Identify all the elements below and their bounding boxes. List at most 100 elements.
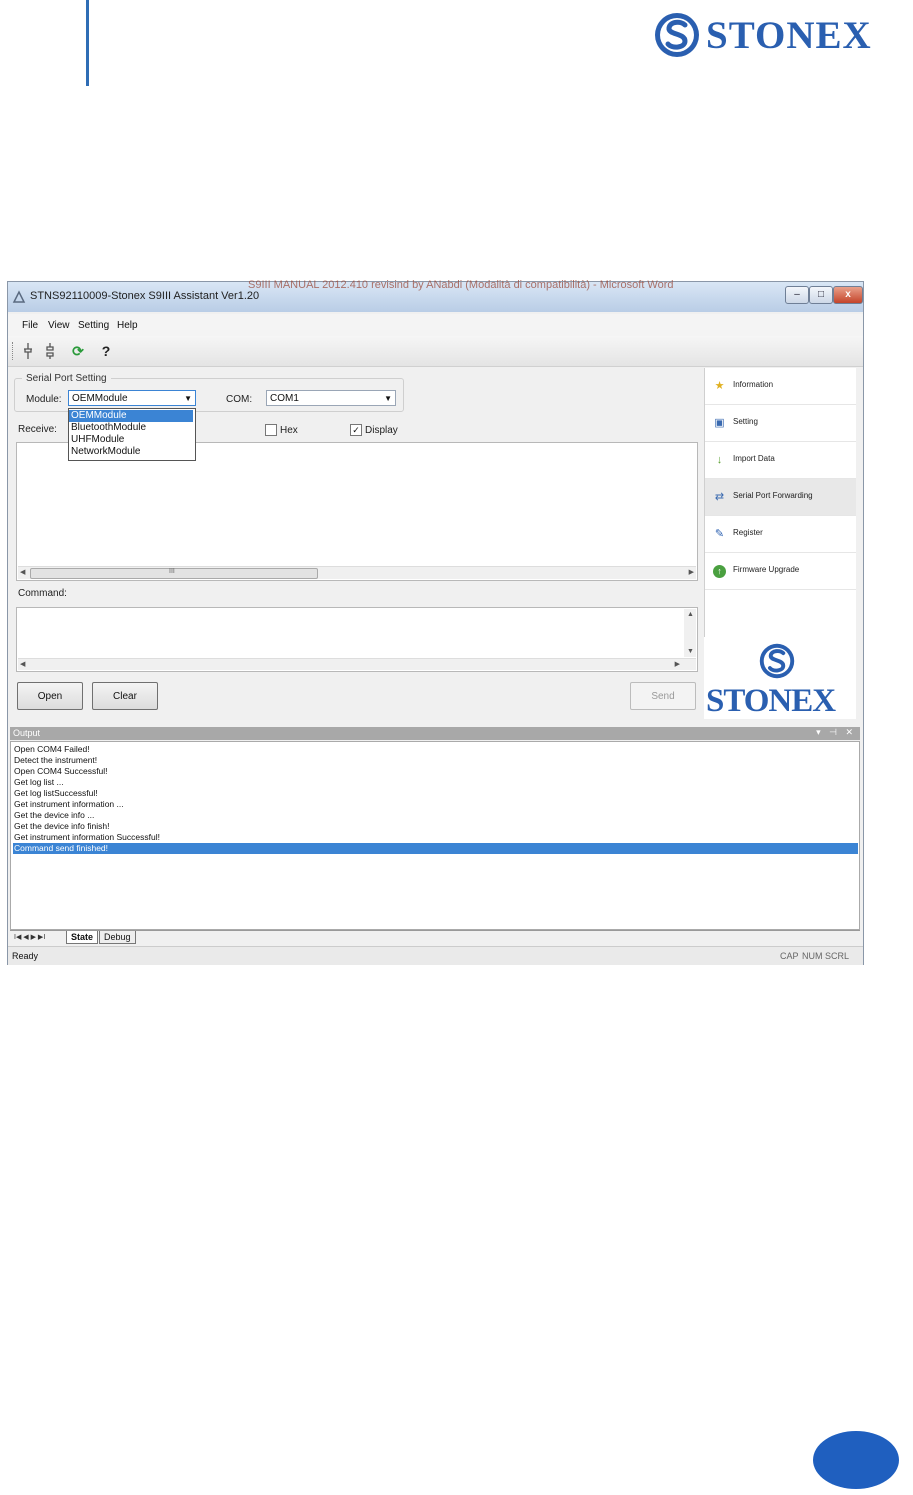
log-line[interactable]: Get log listSuccessful!: [13, 788, 858, 799]
nav-serial-port-forwarding[interactable]: ⇄ Serial Port Forwarding: [705, 479, 856, 516]
com-label: COM:: [226, 394, 253, 405]
close-button[interactable]: x: [833, 286, 863, 304]
log-line[interactable]: Open COM4 Successful!: [13, 766, 858, 777]
com-select[interactable]: COM1 ▼: [266, 390, 396, 406]
log-line[interactable]: Command send finished!: [13, 843, 858, 854]
firmware-icon: ↑: [713, 565, 726, 578]
connect-icon[interactable]: [18, 341, 38, 361]
output-log[interactable]: Open COM4 Failed! Detect the instrument! O…: [10, 741, 860, 930]
background-window-title: S9III MANUAL 2012.410 revisind by ANabdi…: [248, 279, 674, 291]
command-vscrollbar[interactable]: ▲ ▼: [684, 609, 696, 657]
tab-navigation-arrows[interactable]: I◀ ◀ ▶ ▶I: [14, 933, 45, 941]
hex-checkbox[interactable]: Hex: [265, 424, 298, 436]
refresh-icon[interactable]: ⟳: [68, 341, 88, 361]
status-text: Ready: [12, 951, 39, 961]
app-icon: [12, 290, 26, 303]
register-icon: ✎: [714, 528, 725, 540]
log-line[interactable]: Get the device info finish!: [13, 821, 858, 832]
command-hscrollbar[interactable]: ◀ ▶: [18, 658, 696, 670]
nav-setting-label: Setting: [733, 417, 758, 426]
settings-icon: ▣: [714, 417, 725, 429]
open-button[interactable]: Open: [17, 682, 83, 710]
scroll-grip: III: [169, 568, 175, 575]
num-indicator: NUM: [802, 951, 823, 961]
receive-hscrollbar[interactable]: ◀ III ▶: [18, 566, 696, 579]
output-title: Output: [13, 728, 41, 738]
page-number-badge: [813, 1431, 899, 1489]
toolbar: ⟳ ?: [8, 336, 863, 367]
chevron-down-icon: ▼: [184, 394, 192, 403]
clear-button[interactable]: Clear: [92, 682, 158, 710]
nav-serial-port-forwarding-label: Serial Port Forwarding: [733, 491, 813, 500]
nav-information[interactable]: ★ Information: [705, 368, 856, 405]
stonex-logo-icon: [759, 643, 795, 679]
star-icon: ★: [714, 380, 725, 392]
nav-setting[interactable]: ▣ Setting: [705, 405, 856, 442]
module-option[interactable]: UHFModule: [69, 434, 193, 446]
display-label: Display: [365, 424, 398, 436]
forwarding-icon: ⇄: [714, 491, 725, 503]
module-option[interactable]: BluetoothModule: [69, 422, 193, 434]
log-line[interactable]: Detect the instrument!: [13, 755, 858, 766]
title-bar: S9III MANUAL 2012.410 revisind by ANabdi…: [8, 279, 863, 312]
display-check-box[interactable]: ✓: [350, 424, 362, 436]
log-line[interactable]: Get instrument information ...: [13, 799, 858, 810]
log-line[interactable]: Get log list ...: [13, 777, 858, 788]
module-select[interactable]: OEMModule ▼: [68, 390, 196, 406]
chevron-down-icon: ▼: [384, 394, 392, 403]
com-select-value: COM1: [270, 393, 299, 404]
menu-view[interactable]: View: [48, 320, 70, 331]
receive-scroll-thumb[interactable]: III: [30, 568, 318, 579]
receive-label: Receive:: [18, 424, 57, 435]
module-label: Module:: [26, 394, 62, 405]
command-label: Command:: [18, 588, 67, 599]
scroll-down-icon[interactable]: ▼: [687, 648, 694, 655]
serial-port-legend: Serial Port Setting: [22, 373, 111, 384]
send-button[interactable]: Send: [630, 682, 696, 710]
scrl-indicator: SCRL: [825, 951, 850, 961]
tab-debug[interactable]: Debug: [99, 931, 136, 944]
nav-information-label: Information: [733, 380, 774, 389]
scroll-up-icon[interactable]: ▲: [687, 611, 694, 618]
module-option[interactable]: OEMModule: [69, 410, 193, 422]
output-tabs-bar: I◀ ◀ ▶ ▶I State Debug: [10, 930, 860, 945]
output-pane-controls[interactable]: ▾ ⊣ ✕: [816, 727, 856, 738]
scroll-left-icon[interactable]: ◀: [20, 660, 25, 668]
menu-help[interactable]: Help: [117, 320, 138, 331]
menu-setting[interactable]: Setting: [78, 320, 109, 331]
maximize-button[interactable]: □: [809, 286, 833, 304]
nav-import-data-label: Import Data: [733, 454, 775, 463]
nav-firmware-upgrade-label: Firmware Upgrade: [733, 565, 800, 574]
brand-name: STONEX: [706, 13, 872, 57]
receive-textarea[interactable]: ◀ III ▶: [16, 442, 698, 581]
stonex-brand: STONEX: [654, 10, 872, 60]
output-header: Output ▾ ⊣ ✕: [10, 727, 860, 740]
display-checkbox[interactable]: ✓ Display: [350, 424, 398, 436]
logo-text: STONEX: [706, 683, 836, 719]
help-icon[interactable]: ?: [96, 341, 116, 361]
log-line[interactable]: Get instrument information Successful!: [13, 832, 858, 843]
command-textarea[interactable]: ▲ ▼ ◀ ▶: [16, 607, 698, 672]
log-line[interactable]: Get the device info ...: [13, 810, 858, 821]
log-line[interactable]: Open COM4 Failed!: [13, 744, 858, 755]
nav-register[interactable]: ✎ Register: [705, 516, 856, 553]
hex-check-box[interactable]: [265, 424, 277, 436]
menu-bar: File View Setting Help: [8, 314, 863, 336]
app-window: S9III MANUAL 2012.410 revisind by ANabdi…: [7, 279, 864, 965]
hex-label: Hex: [280, 424, 298, 436]
tab-state[interactable]: State: [66, 931, 99, 944]
menu-file[interactable]: File: [22, 320, 38, 331]
header-divider: [86, 0, 89, 86]
module-option[interactable]: NetworkModule: [69, 446, 193, 458]
nav-import-data[interactable]: ↓ Import Data: [705, 442, 856, 479]
scroll-right-icon[interactable]: ▶: [675, 660, 680, 668]
nav-firmware-upgrade[interactable]: ↑ Firmware Upgrade: [705, 553, 856, 590]
scroll-right-icon[interactable]: ▶: [689, 568, 694, 576]
module-dropdown-list: OEMModule BluetoothModule UHFModule Network…: [68, 408, 196, 461]
disconnect-icon[interactable]: [40, 341, 60, 361]
toolbar-grip: [12, 342, 15, 360]
stonex-logo: STONEX: [704, 637, 855, 719]
scroll-left-icon[interactable]: ◀: [20, 568, 25, 576]
stonex-logo-icon: [655, 13, 699, 57]
minimize-button[interactable]: –: [785, 286, 809, 304]
